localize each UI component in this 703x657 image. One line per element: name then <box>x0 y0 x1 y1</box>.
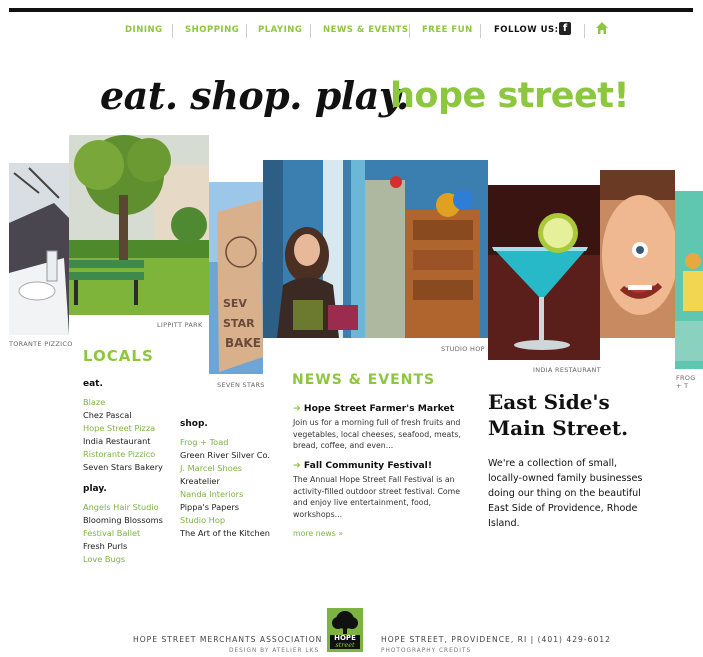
list-item: Kreatelier <box>180 476 220 486</box>
list-item: Fresh Purls <box>83 541 128 551</box>
top-rule <box>9 8 693 12</box>
news-item-title-text: Fall Community Festival! <box>303 460 433 471</box>
footer-photo-credit[interactable]: PHOTOGRAPHY CREDITS <box>381 648 471 654</box>
news-item-title[interactable]: ➜ Fall Community Festival! <box>293 460 432 471</box>
nav-shopping[interactable]: SHOPPING <box>185 25 239 35</box>
list-item: India Restaurant <box>83 436 151 446</box>
svg-text:BAKE: BAKE <box>225 336 261 350</box>
main-heading: East Side's Main Street. <box>488 389 628 441</box>
eat-list: Blaze Chez Pascal Hope Street Pizza Indi… <box>83 396 163 474</box>
photo-india-restaurant[interactable] <box>488 185 600 360</box>
svg-text:SEV: SEV <box>223 297 247 310</box>
photo-restaurant-table[interactable] <box>9 163 69 335</box>
tagline-right: hope street! <box>390 76 629 116</box>
list-item[interactable]: Love Bugs <box>83 553 163 566</box>
list-item: Seven Stars Bakery <box>83 462 163 472</box>
eat-label: eat. <box>83 379 103 389</box>
list-item[interactable]: Nanda Interiors <box>180 488 270 501</box>
nav-divider <box>310 24 311 38</box>
list-item[interactable]: Festival Ballet <box>83 527 163 540</box>
main-heading-line2: Main Street. <box>488 416 629 440</box>
photo-frog-toad[interactable] <box>675 191 703 369</box>
photo-caption: LIPPITT PARK <box>157 321 203 329</box>
list-item[interactable]: Frog + Toad <box>180 436 270 449</box>
news-item-title-text: Hope Street Farmer's Market <box>303 403 455 414</box>
nav-free-fun[interactable]: FREE FUN <box>422 25 473 35</box>
footer-address: HOPE STREET, PROVIDENCE, RI | (401) 429-… <box>381 635 611 644</box>
svg-text:STAR: STAR <box>223 317 255 330</box>
table-illustration <box>9 163 69 335</box>
arrow-right-icon: ➜ <box>293 403 304 414</box>
follow-us-label: FOLLOW US: <box>494 25 559 35</box>
photo-studio-hop[interactable] <box>263 160 488 338</box>
main-body: We're a collection of small, locally-own… <box>488 458 643 529</box>
park-illustration <box>69 135 209 315</box>
photo-lippitt-park[interactable] <box>69 135 209 315</box>
list-item[interactable]: Studio Hop <box>180 514 270 527</box>
shop-list: Frog + Toad Green River Silver Co. J. Ma… <box>180 436 270 540</box>
more-news-link[interactable]: more news » <box>293 529 343 538</box>
tagline-left: eat. shop. play. <box>100 73 409 118</box>
nav-divider <box>584 24 585 38</box>
photo-caption: STUDIO HOP <box>441 345 485 353</box>
sign-illustration: SEV STAR BAKE <box>209 182 263 374</box>
list-item: Green River Silver Co. <box>180 450 270 460</box>
cocktail-illustration <box>488 185 600 360</box>
list-item[interactable]: J. Marcel Shoes <box>180 462 270 475</box>
footer-design-credit[interactable]: DESIGN BY ATELIER LKS <box>229 648 319 654</box>
news-item-body: Join us for a morning full of fresh frui… <box>293 418 461 450</box>
nav-divider <box>246 24 247 38</box>
hope-street-logo[interactable]: HOPE street <box>327 608 363 652</box>
nav-dining[interactable]: DINING <box>125 25 163 35</box>
news-item-body: The Annual Hope Street Fall Festival is … <box>293 475 461 519</box>
list-item: Chez Pascal <box>83 410 132 420</box>
photo-seven-stars[interactable]: SEV STAR BAKE <box>209 182 263 374</box>
play-list: Angels Hair Studio Blooming Blossoms Fes… <box>83 501 163 566</box>
boy-illustration <box>600 170 675 338</box>
photo-caption: SEVEN STARS <box>217 381 265 389</box>
logo-subtext: street <box>335 641 355 649</box>
play-label: play. <box>83 484 107 494</box>
home-icon[interactable] <box>595 21 609 35</box>
list-item: Pippa's Papers <box>180 502 240 512</box>
nav-divider <box>480 24 481 38</box>
main-nav: DINING SHOPPING PLAYING NEWS & EVENTS FR… <box>0 22 703 41</box>
photo-boy[interactable] <box>600 170 675 338</box>
list-item[interactable]: Angels Hair Studio <box>83 501 163 514</box>
list-item[interactable]: Blaze <box>83 396 163 409</box>
photo-caption: TORANTE PIZZICO <box>9 340 73 348</box>
footer-org: HOPE STREET MERCHANTS ASSOCIATION <box>133 635 323 644</box>
list-item: Blooming Blossoms <box>83 515 163 525</box>
facebook-icon[interactable]: f <box>559 22 571 35</box>
nav-playing[interactable]: PLAYING <box>258 25 302 35</box>
shop-illustration <box>263 160 488 338</box>
toy-illustration <box>675 191 703 369</box>
main-heading-line1: East Side's <box>488 390 610 414</box>
news-item-title[interactable]: ➜ Hope Street Farmer's Market <box>293 403 454 414</box>
list-item[interactable]: Hope Street Pizza <box>83 422 163 435</box>
list-item[interactable]: Ristorante Pizzico <box>83 448 163 461</box>
locals-title: LOCALS <box>83 347 154 365</box>
shop-label: shop. <box>180 419 208 429</box>
nav-news-events[interactable]: NEWS & EVENTS <box>323 25 408 35</box>
list-item: The Art of the Kitchen <box>180 528 270 538</box>
photo-caption: FROG + T <box>676 374 696 390</box>
nav-divider <box>172 24 173 38</box>
news-title: NEWS & EVENTS <box>292 372 436 388</box>
photo-caption: INDIA RESTAURANT <box>533 366 601 374</box>
nav-divider <box>409 24 410 38</box>
arrow-right-icon: ➜ <box>293 460 304 471</box>
